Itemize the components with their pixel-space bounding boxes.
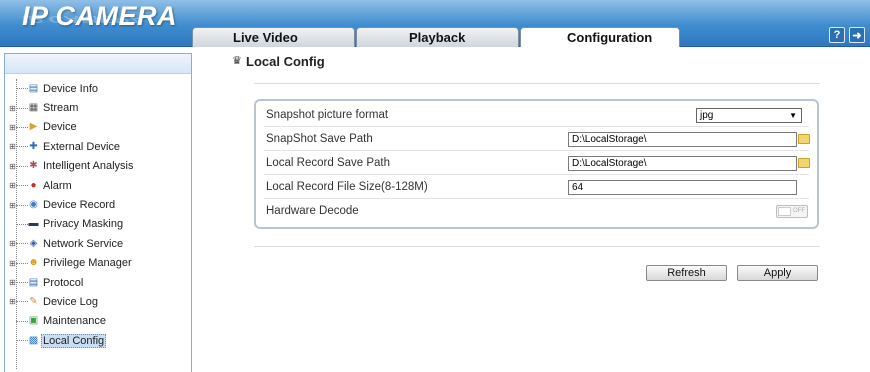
chevron-down-icon: ▼ bbox=[789, 111, 797, 120]
tab-live-video[interactable]: Live Video bbox=[192, 27, 355, 47]
local-config-panel: Snapshot picture format jpg ▼ SnapShot S… bbox=[254, 99, 819, 229]
sidebar-item-label: Privacy Masking bbox=[43, 218, 124, 231]
sidebar-item-external-device[interactable]: ⊞ ✚ External Device bbox=[5, 137, 191, 156]
sidebar-item-device[interactable]: ⊞ ▶ Device bbox=[5, 118, 191, 137]
bottom-divider bbox=[254, 246, 820, 247]
sidebar-item-intelligent-analysis[interactable]: ⊞ ✱ Intelligent Analysis bbox=[5, 157, 191, 176]
expand-icon[interactable]: ⊞ bbox=[9, 259, 16, 267]
protocol-icon: ▤ bbox=[28, 276, 39, 288]
expand-icon[interactable]: ⊞ bbox=[9, 143, 16, 151]
tab-configuration[interactable]: Configuration bbox=[520, 27, 680, 47]
toggle-knob bbox=[778, 207, 791, 216]
help-button[interactable]: ? bbox=[829, 27, 845, 43]
snapshot-path-row: SnapShot Save Path D:\LocalStorage\ bbox=[264, 128, 810, 151]
analysis-icon: ✱ bbox=[29, 160, 38, 172]
sidebar-item-privacy-masking[interactable]: ▬ Privacy Masking bbox=[5, 215, 191, 234]
expand-icon[interactable]: ⊞ bbox=[9, 104, 16, 112]
sidebar-item-label: Local Config bbox=[41, 333, 107, 348]
sidebar-item-stream[interactable]: ⊞ ▦ Stream bbox=[5, 98, 191, 117]
record-size-label: Local Record File Size(8-128M) bbox=[266, 181, 428, 193]
record-path-input[interactable]: D:\LocalStorage\ bbox=[568, 156, 797, 171]
device-icon: ▶ bbox=[29, 121, 38, 133]
sidebar-item-label: Device Info bbox=[43, 82, 99, 95]
toggle-state-text: OFF bbox=[793, 208, 805, 214]
sidebar-header bbox=[5, 54, 191, 74]
sidebar-item-privilege-manager[interactable]: ⊞ ☻ Privilege Manager bbox=[5, 254, 191, 273]
hardware-decode-label: Hardware Decode bbox=[266, 205, 359, 217]
main-tabs: Live Video Playback Configuration bbox=[192, 27, 681, 47]
hardware-decode-row: Hardware Decode OFF bbox=[264, 200, 809, 223]
sidebar-item-device-log[interactable]: ⊞ ✎ Device Log bbox=[5, 292, 191, 311]
snapshot-format-row: Snapshot picture format jpg ▼ bbox=[264, 104, 809, 127]
expand-icon[interactable]: ⊞ bbox=[9, 279, 16, 287]
help-icon: ? bbox=[833, 29, 841, 41]
page-title: Local Config bbox=[246, 54, 325, 69]
refresh-button[interactable]: Refresh bbox=[646, 265, 727, 281]
stream-icon: ▦ bbox=[28, 102, 39, 114]
local-config-title-icon: ♛ bbox=[232, 55, 242, 67]
logout-icon: ➜ bbox=[852, 29, 862, 42]
tab-playback[interactable]: Playback bbox=[356, 27, 519, 47]
sidebar-item-label: Device bbox=[43, 121, 77, 134]
sidebar-item-label: External Device bbox=[43, 140, 121, 153]
snapshot-path-input[interactable]: D:\LocalStorage\ bbox=[568, 132, 797, 147]
sidebar: ▤ Device Info ⊞ ▦ Stream ⊞ ▶ Device ⊞ ✚ … bbox=[4, 53, 192, 372]
snapshot-path-label: SnapShot Save Path bbox=[266, 133, 373, 145]
title-divider bbox=[254, 83, 820, 84]
external-device-icon: ✚ bbox=[29, 140, 38, 152]
network-icon: ◈ bbox=[29, 237, 38, 249]
expand-icon[interactable]: ⊞ bbox=[9, 162, 16, 170]
sidebar-item-protocol[interactable]: ⊞ ▤ Protocol bbox=[5, 273, 191, 292]
privacy-icon: ▬ bbox=[28, 218, 39, 230]
users-icon: ☻ bbox=[28, 257, 39, 269]
sidebar-item-label: Network Service bbox=[43, 237, 124, 250]
maintenance-icon: ▣ bbox=[28, 315, 39, 327]
record-size-row: Local Record File Size(8-128M) 64 bbox=[264, 176, 809, 199]
sidebar-item-alarm[interactable]: ⊞ ● Alarm bbox=[5, 176, 191, 195]
sidebar-item-label: Privilege Manager bbox=[43, 257, 132, 270]
info-icon: ▤ bbox=[28, 82, 39, 94]
record-size-input[interactable]: 64 bbox=[568, 180, 797, 195]
hardware-decode-toggle[interactable]: OFF bbox=[776, 205, 808, 218]
folder-icon[interactable] bbox=[798, 158, 810, 168]
record-path-label: Local Record Save Path bbox=[266, 157, 391, 169]
sidebar-item-label: Device Record bbox=[43, 199, 116, 212]
sidebar-item-label: Alarm bbox=[43, 179, 72, 192]
snapshot-format-select[interactable]: jpg ▼ bbox=[696, 108, 802, 123]
record-path-row: Local Record Save Path D:\LocalStorage\ bbox=[264, 152, 810, 175]
sidebar-item-maintenance[interactable]: ▣ Maintenance bbox=[5, 312, 191, 331]
config-tree: ▤ Device Info ⊞ ▦ Stream ⊞ ▶ Device ⊞ ✚ … bbox=[5, 74, 191, 369]
log-icon: ✎ bbox=[29, 295, 38, 307]
expand-icon[interactable]: ⊞ bbox=[9, 240, 16, 248]
apply-button[interactable]: Apply bbox=[737, 265, 818, 281]
header-bar: IP CAMERA IP CAMERA Live Video Playback … bbox=[0, 0, 870, 47]
expand-icon[interactable]: ⊞ bbox=[9, 201, 16, 209]
expand-icon[interactable]: ⊞ bbox=[9, 123, 16, 131]
alarm-icon: ● bbox=[30, 179, 37, 191]
sidebar-item-device-record[interactable]: ⊞ ◉ Device Record bbox=[5, 195, 191, 214]
snapshot-format-label: Snapshot picture format bbox=[266, 109, 389, 121]
sidebar-item-label: Maintenance bbox=[43, 315, 106, 328]
sidebar-item-label: Protocol bbox=[43, 276, 84, 289]
record-icon: ◉ bbox=[29, 199, 38, 211]
local-config-icon: ▩ bbox=[28, 334, 39, 346]
snapshot-format-value: jpg bbox=[700, 110, 714, 121]
sidebar-item-device-info[interactable]: ▤ Device Info bbox=[5, 79, 191, 98]
sidebar-item-label: Intelligent Analysis bbox=[43, 160, 134, 173]
sidebar-item-label: Stream bbox=[43, 102, 79, 115]
sidebar-item-local-config[interactable]: ▩ Local Config bbox=[5, 331, 191, 350]
expand-icon[interactable]: ⊞ bbox=[9, 298, 16, 306]
expand-icon[interactable]: ⊞ bbox=[9, 182, 16, 190]
logout-button[interactable]: ➜ bbox=[849, 27, 865, 43]
folder-icon[interactable] bbox=[798, 134, 810, 144]
sidebar-item-network-service[interactable]: ⊞ ◈ Network Service bbox=[5, 234, 191, 253]
app-logo-reflection: IP CAMERA bbox=[22, 13, 145, 25]
sidebar-item-label: Device Log bbox=[43, 295, 99, 308]
